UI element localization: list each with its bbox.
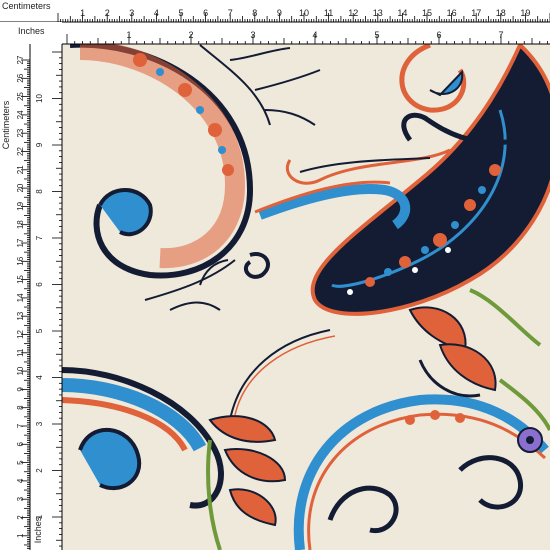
top-ruler-cm-label: 4: [154, 8, 159, 18]
top-ruler-centimeters-label: Centimeters: [2, 1, 51, 11]
top-ruler-cm-label: 7: [228, 8, 233, 18]
fabric-print: [61, 40, 550, 550]
left-ruler-cm-label: 19: [16, 201, 25, 210]
left-ruler-cm-label: 17: [16, 238, 25, 247]
top-ruler-cm-label: 11: [324, 8, 333, 18]
top-ruler: 1 2 3 4 5 6 7 8 9 10 11 12 13 14 15 16 17 18 19 1234567 Ce…: [0, 0, 550, 45]
left-ruler-cm-label: 9: [16, 387, 25, 392]
left-ruler-cm-label: 5: [16, 460, 25, 465]
left-ruler-cm-label: 8: [16, 405, 25, 410]
left-ruler-cm-label: 4: [16, 478, 25, 483]
left-ruler-inch-label: 5: [35, 328, 44, 333]
left-ruler-cm-label: 10: [16, 366, 25, 375]
left-ruler-cm-label: 7: [16, 423, 25, 428]
left-ruler-cm-label: 1: [16, 533, 25, 538]
left-ruler-inch-label: 2: [35, 468, 44, 473]
left-ruler-inch-label: 9: [35, 142, 44, 147]
top-ruler-inch-label: 6: [436, 30, 441, 40]
left-ruler-inch-label: 8: [35, 189, 44, 194]
top-ruler-inch-label: 3: [250, 30, 255, 40]
left-ruler-inch-label: 6: [35, 282, 44, 287]
top-ruler-cm-label: 10: [299, 8, 309, 18]
left-ruler-cm-label: 21: [16, 165, 25, 174]
top-ruler-cm-label: 5: [178, 8, 183, 18]
top-ruler-cm-label: 14: [397, 8, 407, 18]
left-ruler-inch-label: 4: [35, 375, 44, 380]
left-ruler-cm-label: 27: [16, 55, 25, 64]
left-ruler-cm-label: 12: [16, 330, 25, 339]
top-ruler-cm-label: 13: [373, 8, 383, 18]
left-ruler-cm-label: 25: [16, 92, 25, 101]
left-ruler-cm-label: 13: [16, 311, 25, 320]
top-ruler-inch-label: 2: [188, 30, 193, 40]
left-ruler-inch-label: 7: [35, 235, 44, 240]
top-ruler-cm-label: 9: [277, 8, 282, 18]
top-ruler-cm-label: 1: [80, 8, 85, 18]
left-ruler-cm-label: 22: [16, 147, 25, 156]
top-ruler-cm-label: 15: [422, 8, 432, 18]
top-ruler-cm-label: 3: [129, 8, 134, 18]
top-ruler-inch-label: 7: [498, 30, 503, 40]
left-ruler-cm-label: 3: [16, 496, 25, 501]
top-ruler-cm-label: 2: [105, 8, 110, 18]
top-ruler-cm-label: 18: [496, 8, 506, 18]
top-ruler-cm-label: 6: [203, 8, 208, 18]
top-ruler-inch-label: 5: [374, 30, 379, 40]
left-ruler: 2726252423222120191817161514131211109876…: [0, 40, 63, 550]
left-ruler-cm-label: 26: [16, 73, 25, 82]
left-ruler-cm-label: 15: [16, 275, 25, 284]
top-ruler-inch-label: 1: [126, 30, 131, 40]
top-ruler-cm-label: 17: [471, 8, 481, 18]
top-ruler-inch-label: 4: [312, 30, 317, 40]
left-ruler-cm-label: 2: [16, 515, 25, 520]
top-ruler-cm-label: 8: [252, 8, 257, 18]
left-ruler-inches-label: Inches: [33, 516, 43, 543]
left-ruler-inch-label: 10: [35, 94, 44, 103]
ruler-corner-inches-label: Inches: [18, 26, 45, 36]
left-ruler-cm-label: 16: [16, 256, 25, 265]
top-ruler-cm-label: 12: [348, 8, 358, 18]
top-ruler-cm-label: 19: [520, 8, 530, 18]
left-ruler-centimeters-label: Centimeters: [1, 100, 11, 149]
left-ruler-cm-label: 24: [16, 110, 25, 119]
left-ruler-cm-label: 14: [16, 293, 25, 302]
fabric-ruler-preview: 1 2 3 4 5 6 7 8 9 10 11 12 13 14 15 16 17 18 19 1234567 Ce…: [0, 0, 550, 550]
left-ruler-cm-label: 20: [16, 183, 25, 192]
left-ruler-cm-label: 11: [16, 348, 25, 357]
left-ruler-inch-label: 3: [35, 421, 44, 426]
left-ruler-cm-label: 18: [16, 220, 25, 229]
left-ruler-cm-label: 6: [16, 442, 25, 447]
left-ruler-cm-label: 23: [16, 128, 25, 137]
top-ruler-cm-label: 16: [447, 8, 457, 18]
